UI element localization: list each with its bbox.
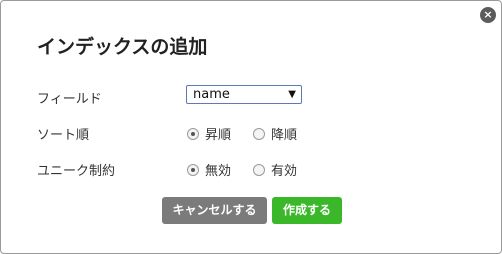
radio-checked-icon: [187, 163, 199, 176]
unique-enabled-radio[interactable]: 有効: [253, 160, 297, 179]
unique-constraint-label: ユニーク制約: [37, 164, 116, 179]
close-icon[interactable]: ×: [480, 7, 496, 23]
field-label: フィールド: [37, 92, 102, 107]
radio-unchecked-icon: [253, 163, 265, 176]
sort-descending-label: 降順: [271, 128, 298, 143]
sort-order-label: ソート順: [37, 128, 90, 143]
sort-ascending-label: 昇順: [205, 128, 232, 143]
chevron-down-icon: ▼: [288, 89, 296, 100]
radio-unchecked-icon: [253, 127, 265, 140]
unique-disabled-radio[interactable]: 無効: [187, 160, 231, 179]
field-select-value: name: [193, 87, 230, 102]
radio-checked-icon: [187, 127, 199, 140]
sort-ascending-radio[interactable]: 昇順: [187, 124, 231, 143]
unique-disabled-label: 無効: [205, 164, 232, 179]
unique-enabled-label: 有効: [271, 164, 298, 179]
sort-descending-radio[interactable]: 降順: [253, 124, 297, 143]
create-button[interactable]: 作成する: [272, 197, 342, 224]
add-index-dialog: × インデックスの追加 フィールド name ▼ ソート順 昇順 降順 ユニーク…: [0, 0, 502, 254]
cancel-button[interactable]: キャンセルする: [162, 197, 267, 224]
dialog-title: インデックスの追加: [37, 36, 208, 58]
field-select[interactable]: name ▼: [186, 85, 302, 104]
